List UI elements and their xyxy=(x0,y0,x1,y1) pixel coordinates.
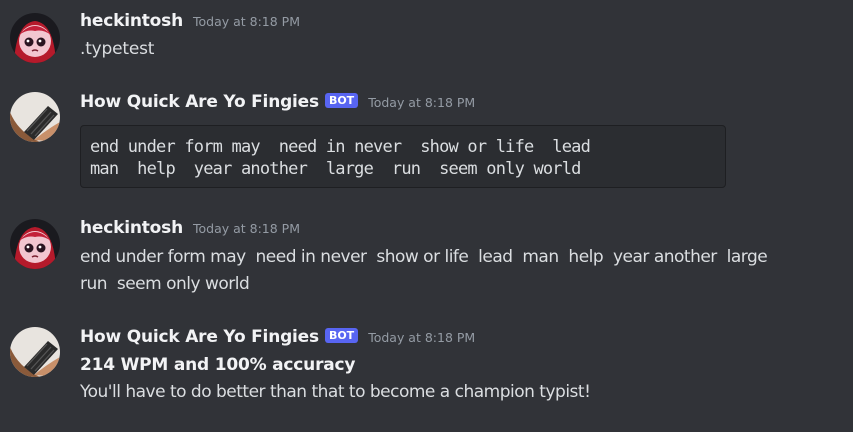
result-summary: 214 WPM and 100% accuracy xyxy=(80,355,356,375)
message-text: .typetest xyxy=(80,39,155,59)
code-block: end under form may need in never show or… xyxy=(80,125,726,188)
code-line: end under form may need in never show or… xyxy=(90,137,591,157)
username[interactable]: heckintosh xyxy=(80,218,183,238)
bot-avatar[interactable] xyxy=(10,327,60,377)
message-text-line: run seem only world xyxy=(80,274,250,294)
user-avatar[interactable] xyxy=(10,219,60,269)
message-text-line: end under form may need in never show or… xyxy=(80,247,768,267)
bot-avatar[interactable] xyxy=(10,92,60,142)
timestamp[interactable]: Today at 8:18 PM xyxy=(193,221,300,236)
message-text: You'll have to do better than that to be… xyxy=(80,382,591,402)
username[interactable]: How Quick Are Yo Fingies xyxy=(80,92,319,112)
code-line: man help year another large run seem onl… xyxy=(90,159,581,179)
bot-tag: BOT xyxy=(324,328,359,343)
timestamp[interactable]: Today at 8:18 PM xyxy=(193,14,300,29)
user-avatar[interactable] xyxy=(10,13,60,63)
bot-tag: BOT xyxy=(324,93,359,108)
timestamp[interactable]: Today at 8:18 PM xyxy=(368,95,475,110)
timestamp[interactable]: Today at 8:18 PM xyxy=(368,330,475,345)
username[interactable]: How Quick Are Yo Fingies xyxy=(80,327,319,347)
username[interactable]: heckintosh xyxy=(80,11,183,31)
